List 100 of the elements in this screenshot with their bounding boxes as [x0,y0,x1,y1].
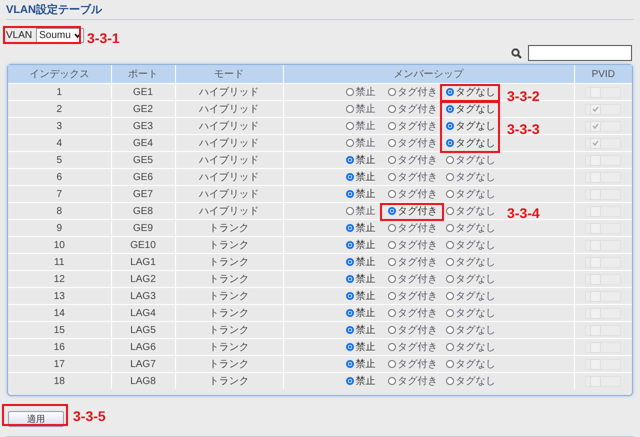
checkbox[interactable] [590,120,602,132]
radio-button[interactable] [388,292,396,300]
radio-label[interactable]: タグなし [456,357,496,371]
radio-label[interactable]: 禁止 [356,306,376,320]
radio-label[interactable]: 禁止 [356,374,376,388]
checkbox[interactable] [590,104,602,114]
vlan-select[interactable]: Soumu [36,28,84,43]
radio-button[interactable] [346,377,354,385]
radio-label[interactable]: 禁止 [356,340,376,354]
radio-label[interactable]: 禁止 [356,85,376,99]
radio-button[interactable] [388,224,396,232]
radio-label[interactable]: 禁止 [356,119,376,133]
radio-button[interactable] [446,156,454,164]
radio-button[interactable] [388,173,396,181]
radio-label[interactable]: 禁止 [356,170,376,184]
radio-button[interactable] [388,190,396,198]
radio-button[interactable] [346,343,354,351]
radio-label[interactable]: タグなし [456,255,496,269]
radio-button[interactable] [346,326,354,334]
radio-button[interactable] [388,122,396,130]
search-field[interactable] [528,45,632,61]
radio-button[interactable] [346,275,354,283]
radio-label[interactable]: 禁止 [356,272,376,286]
radio-button[interactable] [346,190,354,198]
radio-label[interactable]: タグ付き [398,153,438,167]
radio-button[interactable] [346,360,354,368]
radio-button[interactable] [446,343,454,351]
radio-label[interactable]: タグなし [456,340,496,354]
radio-label[interactable]: タグなし [456,272,496,286]
radio-label[interactable]: タグ付き [398,119,438,133]
radio-label[interactable]: 禁止 [356,153,376,167]
radio-button[interactable] [446,122,454,130]
radio-label[interactable]: タグなし [456,187,496,201]
radio-button[interactable] [446,258,454,266]
radio-label[interactable]: タグ付き [398,323,438,337]
radio-button[interactable] [446,190,454,198]
radio-button[interactable] [388,88,396,96]
radio-button[interactable] [388,326,396,334]
radio-label[interactable]: タグ付き [398,306,438,320]
radio-label[interactable]: タグ付き [398,136,438,150]
radio-button[interactable] [388,258,396,266]
radio-button[interactable] [388,309,396,317]
radio-label[interactable]: タグ付き [398,85,438,99]
radio-button[interactable] [446,241,454,249]
radio-label[interactable]: タグなし [456,153,496,167]
radio-label[interactable]: タグ付き [398,255,438,269]
search-icon[interactable] [511,48,522,58]
radio-label[interactable]: 禁止 [356,323,376,337]
radio-label[interactable]: タグ付き [398,170,438,184]
radio-button[interactable] [446,139,454,147]
radio-button[interactable] [346,139,354,147]
radio-button[interactable] [346,88,354,96]
radio-button[interactable] [346,122,354,130]
radio-label[interactable]: タグ付き [398,374,438,388]
radio-button[interactable] [446,88,454,96]
radio-label[interactable]: 禁止 [356,102,376,116]
radio-label[interactable]: タグ付き [398,340,438,354]
radio-button[interactable] [346,105,354,113]
radio-button[interactable] [388,343,396,351]
radio-button[interactable] [388,156,396,164]
radio-label[interactable]: タグなし [456,170,496,184]
radio-button[interactable] [446,309,454,317]
radio-button[interactable] [446,275,454,283]
radio-button[interactable] [446,377,454,385]
radio-label[interactable]: タグなし [456,374,496,388]
radio-button[interactable] [346,224,354,232]
radio-button[interactable] [346,292,354,300]
radio-button[interactable] [346,258,354,266]
radio-label[interactable]: タグなし [456,221,496,235]
radio-button[interactable] [388,360,396,368]
radio-button[interactable] [446,360,454,368]
radio-label[interactable]: 禁止 [356,357,376,371]
radio-label[interactable]: タグ付き [398,102,438,116]
radio-button[interactable] [446,224,454,232]
radio-label[interactable]: タグ付き [398,187,438,201]
radio-button[interactable] [388,377,396,385]
radio-button[interactable] [346,173,354,181]
radio-label[interactable]: 禁止 [356,238,376,252]
radio-button[interactable] [446,292,454,300]
radio-button[interactable] [346,156,354,164]
radio-label[interactable]: タグ付き [398,204,438,218]
radio-button[interactable] [446,173,454,181]
radio-button[interactable] [388,275,396,283]
radio-label[interactable]: タグ付き [398,238,438,252]
radio-label[interactable]: 禁止 [356,187,376,201]
radio-label[interactable]: タグなし [456,306,496,320]
radio-label[interactable]: タグなし [456,238,496,252]
radio-label[interactable]: タグなし [456,119,496,133]
radio-button[interactable] [388,139,396,147]
checkbox[interactable] [590,138,602,148]
radio-button[interactable] [388,207,396,215]
radio-label[interactable]: タグ付き [398,289,438,303]
radio-label[interactable]: 禁止 [356,221,376,235]
radio-label[interactable]: 禁止 [356,255,376,269]
radio-label[interactable]: タグなし [456,289,496,303]
radio-label[interactable]: タグ付き [398,357,438,371]
radio-label[interactable]: タグなし [456,102,496,116]
radio-button[interactable] [346,241,354,249]
radio-label[interactable]: 禁止 [356,204,376,218]
radio-label[interactable]: タグなし [456,136,496,150]
